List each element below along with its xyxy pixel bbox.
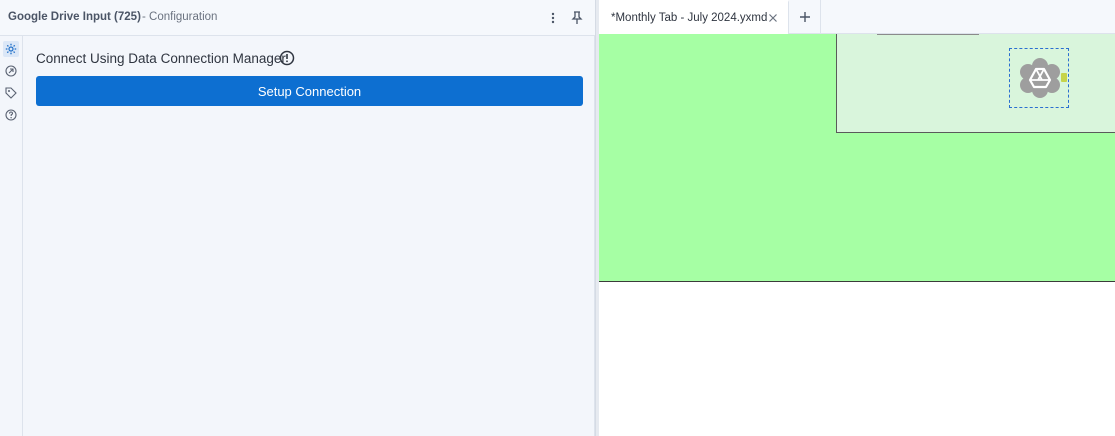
configuration-subtitle: - Configuration: [142, 11, 218, 23]
rail-settings-button[interactable]: [3, 41, 19, 57]
more-vertical-icon: [551, 12, 555, 24]
configuration-panel: Google Drive Input (725) - Configuration: [0, 0, 595, 436]
tool-title: Google Drive Input (725): [8, 11, 141, 23]
settings-gear-icon: [5, 43, 17, 55]
tag-icon: [5, 87, 17, 99]
google-drive-icon: [1020, 58, 1060, 98]
rail-output-button[interactable]: [3, 63, 19, 79]
new-tab-button[interactable]: [789, 0, 821, 34]
plus-icon: [799, 12, 810, 22]
pin-icon: [571, 11, 583, 24]
more-options-button[interactable]: [544, 9, 562, 27]
close-icon[interactable]: [767, 12, 779, 24]
tab-label: *Monthly Tab - July 2024.yxmd: [611, 12, 768, 24]
pin-button[interactable]: [568, 9, 586, 27]
inner-tool-container[interactable]: [836, 34, 1115, 133]
setup-connection-button[interactable]: Setup Connection: [36, 76, 583, 106]
output-anchor[interactable]: [1061, 73, 1067, 82]
workflow-canvas[interactable]: [599, 34, 1115, 436]
tab-monthly-workflow[interactable]: *Monthly Tab - July 2024.yxmd: [599, 0, 789, 34]
google-drive-input-tool[interactable]: [1009, 48, 1069, 108]
help-icon: [5, 109, 17, 121]
config-icon-rail: [0, 36, 23, 436]
connect-using-dcm-label: Connect Using Data Connection Manager: [36, 51, 286, 66]
output-arrow-icon: [5, 65, 17, 77]
container-edge: [877, 34, 979, 35]
configuration-header: Google Drive Input (725) - Configuration: [0, 0, 595, 36]
info-icon[interactable]: [279, 50, 295, 66]
document-tab-bar: *Monthly Tab - July 2024.yxmd: [599, 0, 1115, 34]
rail-help-button[interactable]: [3, 107, 19, 123]
rail-annotation-button[interactable]: [3, 85, 19, 101]
